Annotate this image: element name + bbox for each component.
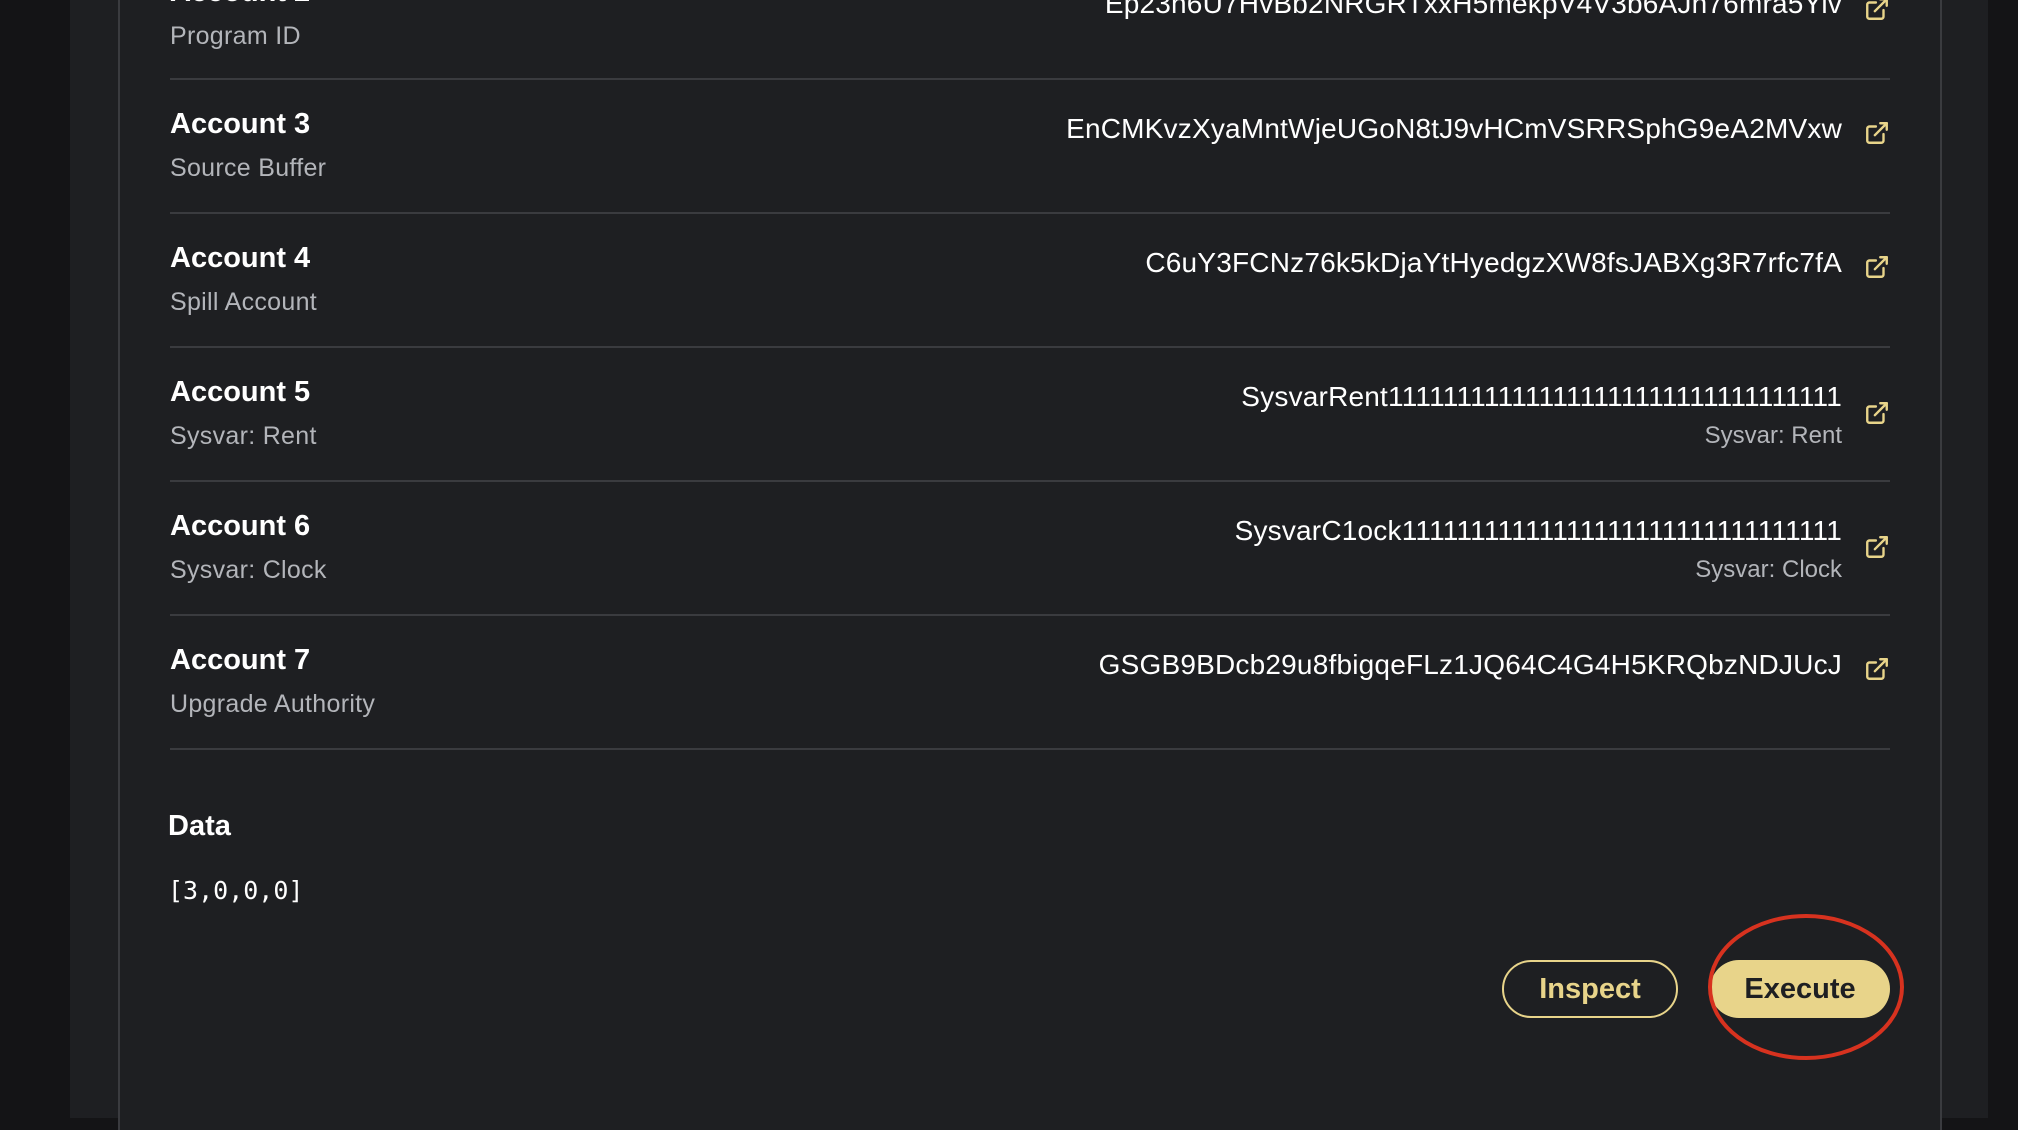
account-title: Account 2 <box>170 0 310 9</box>
accounts-list: Account 2 Program ID Ep23h6U7HvBb2NRGRTx… <box>170 0 1890 750</box>
account-role: Sysvar: Clock <box>170 556 327 584</box>
external-link-icon[interactable] <box>1864 400 1890 426</box>
account-role: Sysvar: Rent <box>170 422 317 450</box>
account-row: Account 6 Sysvar: Clock SysvarC1ock11111… <box>170 482 1890 616</box>
account-title: Account 3 <box>170 108 311 140</box>
account-role: Program ID <box>170 22 301 50</box>
execute-button[interactable]: Execute <box>1710 960 1890 1018</box>
account-role: Upgrade Authority <box>170 690 376 718</box>
instruction-panel: Account 2 Program ID Ep23h6U7HvBb2NRGRTx… <box>118 0 1942 1130</box>
external-link-icon[interactable] <box>1864 656 1890 682</box>
account-title: Account 4 <box>170 242 311 274</box>
account-address[interactable]: C6uY3FCNz76k5kDjaYtHyedgzXW8fsJABXg3R7rf… <box>1145 247 1842 279</box>
account-row: Account 7 Upgrade Authority GSGB9BDcb29u… <box>170 616 1890 750</box>
account-role: Source Buffer <box>170 154 327 182</box>
account-row: Account 2 Program ID Ep23h6U7HvBb2NRGRTx… <box>170 0 1890 80</box>
account-title: Account 5 <box>170 376 311 408</box>
account-address[interactable]: EnCMKvzXyaMntWjeUGoN8tJ9vHCmVSRRSphG9eA2… <box>1066 113 1842 145</box>
account-address-label: Sysvar: Rent <box>1704 422 1842 449</box>
data-section-title: Data <box>168 810 231 842</box>
account-role: Spill Account <box>170 288 318 316</box>
external-link-icon[interactable] <box>1864 254 1890 280</box>
account-address[interactable]: GSGB9BDcb29u8fbigqeFLz1JQ64C4G4H5KRQbzND… <box>1099 649 1842 681</box>
account-address-label: Sysvar: Clock <box>1695 556 1842 583</box>
account-row: Account 4 Spill Account C6uY3FCNz76k5kDj… <box>170 214 1890 348</box>
inspect-button[interactable]: Inspect <box>1502 960 1678 1018</box>
account-title: Account 6 <box>170 510 311 542</box>
external-link-icon[interactable] <box>1864 0 1890 22</box>
external-link-icon[interactable] <box>1864 534 1890 560</box>
account-address[interactable]: SysvarC1ock11111111111111111111111111111… <box>1235 515 1842 547</box>
account-title: Account 7 <box>170 644 311 676</box>
instruction-data-value: [3,0,0,0] <box>168 876 304 905</box>
account-address[interactable]: Ep23h6U7HvBb2NRGRTxxH5mekpV4V3b6AJh76mra… <box>1105 0 1842 20</box>
account-address[interactable]: SysvarRent111111111111111111111111111111… <box>1241 381 1842 413</box>
account-row: Account 5 Sysvar: Rent SysvarRent1111111… <box>170 348 1890 482</box>
external-link-icon[interactable] <box>1864 120 1890 146</box>
account-row: Account 3 Source Buffer EnCMKvzXyaMntWje… <box>170 80 1890 214</box>
